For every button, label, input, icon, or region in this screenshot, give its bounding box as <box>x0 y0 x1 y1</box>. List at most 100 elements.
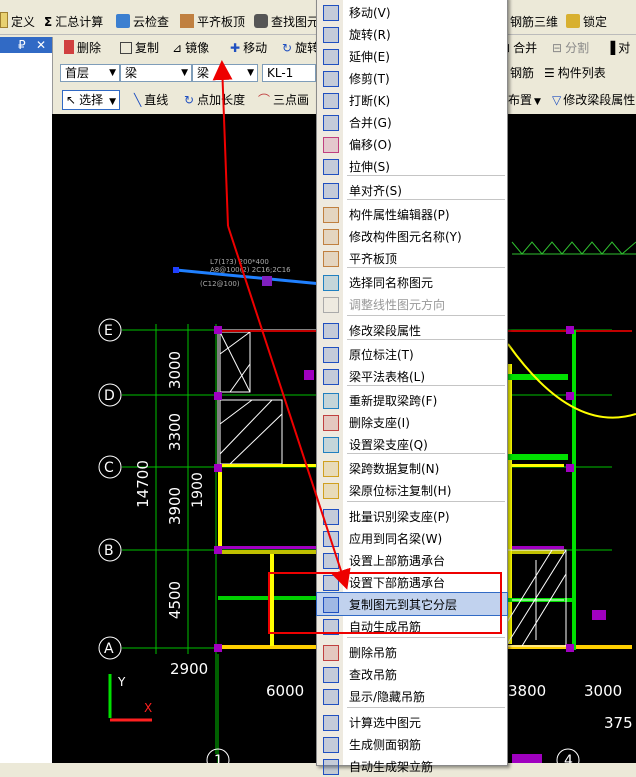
point-length-button[interactable]: ↻ 点加长度 <box>184 90 245 110</box>
find-element-button[interactable]: 查找图元 <box>254 12 319 32</box>
menu-item[interactable]: 旋转(R) <box>317 23 507 45</box>
menu-item[interactable]: 设置梁支座(Q) <box>317 433 507 455</box>
menu-item[interactable]: 偏移(O) <box>317 133 507 155</box>
axis-label-d: D <box>104 388 115 404</box>
edit-hanger-icon <box>323 667 339 683</box>
flat-board-icon <box>180 14 194 28</box>
dim-1900: 1900 <box>190 472 206 508</box>
delete-button[interactable]: 删除 <box>64 38 101 58</box>
modify-span-attr-button[interactable]: ▽ 修改梁段属性 <box>552 90 635 110</box>
menu-item[interactable]: 构件属性编辑器(P) <box>317 203 507 225</box>
align-button[interactable]: ▐ 对 <box>606 38 630 58</box>
auto-icon <box>323 759 339 775</box>
menu-item[interactable]: 应用到同名梁(W) <box>317 527 507 549</box>
pin-icon[interactable]: ₽ <box>18 37 26 53</box>
menu-item[interactable]: 修剪(T) <box>317 67 507 89</box>
menu-item[interactable]: 重新提取梁跨(F) <box>317 389 507 411</box>
menu-item-label: 自动生成架立筋 <box>349 760 434 774</box>
menu-item[interactable]: 批量识别梁支座(P) <box>317 505 507 527</box>
menu-item-label: 选择同名称图元 <box>349 276 434 290</box>
brush-icon <box>323 461 339 477</box>
menu-item[interactable]: 梁平法表格(L) <box>317 365 507 387</box>
menu-item-label: 拉伸(S) <box>349 160 390 174</box>
flat-board-icon <box>323 251 339 267</box>
dim-4500: 4500 <box>166 581 184 619</box>
menu-item[interactable]: 单对齐(S) <box>317 179 507 201</box>
floor-select[interactable]: 首层 ▼ <box>60 64 120 82</box>
extend-icon <box>323 49 339 65</box>
menu-item[interactable]: 查改吊筋 <box>317 663 507 685</box>
property-editor-icon <box>323 207 339 223</box>
type-select[interactable]: 梁 ▼ <box>192 64 258 82</box>
menu-item-label: 合并(G) <box>349 116 392 130</box>
three-point-button[interactable]: ⌒ 三点画 <box>258 90 309 110</box>
split-icon: ⊟ <box>552 41 563 55</box>
beam-label-2: A8@100(2) 2C16;2C16 <box>210 266 291 274</box>
menu-item[interactable]: 设置上部筋遇承台 <box>317 549 507 571</box>
menu-item[interactable]: 修改构件图元名称(Y) <box>317 225 507 247</box>
mirror-icon: ⊿ <box>172 41 183 55</box>
menu-item-label: 设置上部筋遇承台 <box>349 554 446 568</box>
menu-item[interactable]: 修改梁段属性 <box>317 319 507 341</box>
menu-item[interactable]: 合并(G) <box>317 111 507 133</box>
select-button[interactable]: ↖ 选择 ▼ <box>62 90 120 110</box>
element-select[interactable]: KL-1 <box>262 64 316 82</box>
menu-item[interactable]: 打断(K) <box>317 89 507 111</box>
steel-3d-button[interactable]: 钢筋三维 <box>510 12 558 32</box>
menu-item[interactable]: 删除吊筋 <box>317 641 507 663</box>
panel-header: ₽ ✕ <box>0 37 52 53</box>
menu-item[interactable]: 自动生成架立筋 <box>317 755 507 777</box>
menu-item-label: 批量识别梁支座(P) <box>349 510 450 524</box>
list-icon: ☰ <box>544 66 555 80</box>
steel-button[interactable]: 钢筋 <box>510 64 534 81</box>
menu-item[interactable]: 选择同名称图元 <box>317 271 507 293</box>
copy-button[interactable]: 复制 <box>120 38 159 58</box>
menu-item[interactable]: 计算选中图元 <box>317 711 507 733</box>
close-icon[interactable]: ✕ <box>36 37 46 53</box>
menu-item[interactable]: 拉伸(S) <box>317 155 507 177</box>
menu-item[interactable]: 延伸(E) <box>317 45 507 67</box>
menu-separator <box>347 315 505 316</box>
calc-button[interactable]: Σ 汇总计算 <box>44 12 103 32</box>
axis-label-b: B <box>104 543 114 559</box>
beam-grip <box>173 267 179 273</box>
menu-item[interactable]: 调整线性图元方向 <box>317 293 507 315</box>
eraser-icon <box>64 40 74 54</box>
dim-3300: 3300 <box>166 413 184 451</box>
delete-hanger-icon <box>323 645 339 661</box>
beam-grip <box>262 276 272 286</box>
rotate-button[interactable]: ↻ 旋转 <box>282 38 319 58</box>
component-list-button[interactable]: ☰ 构件列表 <box>544 64 606 81</box>
menu-item[interactable]: 原位标注(T) <box>317 343 507 365</box>
menu-item[interactable]: 平齐板顶 <box>317 247 507 269</box>
cloud-check-button[interactable]: 云检查 <box>116 12 169 32</box>
rotate-icon <box>323 27 339 43</box>
lock-icon <box>566 14 580 28</box>
stretch-icon <box>323 159 339 175</box>
axis-label-a: A <box>104 641 114 657</box>
binoculars-icon <box>254 14 268 28</box>
align-icon <box>323 183 339 199</box>
define-button[interactable]: 定义 <box>0 12 35 32</box>
mirror-button[interactable]: ⊿ 镜像 <box>172 38 209 58</box>
menu-separator <box>347 385 505 386</box>
layout-button[interactable]: 布置 ▼ <box>508 90 541 110</box>
menu-item[interactable]: 梁跨数据复制(N) <box>317 457 507 479</box>
move-button[interactable]: ✚ 移动 <box>230 38 267 58</box>
lock-button[interactable]: 锁定 <box>566 12 607 32</box>
menu-item[interactable]: 生成侧面钢筋 <box>317 733 507 755</box>
menu-item[interactable]: 删除支座(I) <box>317 411 507 433</box>
category-select[interactable]: 梁 ▼ <box>120 64 192 82</box>
flat-board-button[interactable]: 平齐板顶 <box>180 12 245 32</box>
split-button[interactable]: ⊟ 分割 <box>552 38 589 58</box>
menu-item-label: 查改吊筋 <box>349 668 398 682</box>
break-icon <box>323 93 339 109</box>
menu-separator <box>347 707 505 708</box>
menu-item[interactable]: 显示/隐藏吊筋 <box>317 685 507 707</box>
menu-item[interactable]: 移动(V) <box>317 1 507 23</box>
menu-item[interactable]: 梁原位标注复制(H) <box>317 479 507 501</box>
upper-steel-icon <box>323 553 339 569</box>
menu-item-label: 重新提取梁跨(F) <box>349 394 438 408</box>
toggle-hanger-icon <box>323 689 339 705</box>
line-button[interactable]: ╲ 直线 <box>134 90 168 110</box>
